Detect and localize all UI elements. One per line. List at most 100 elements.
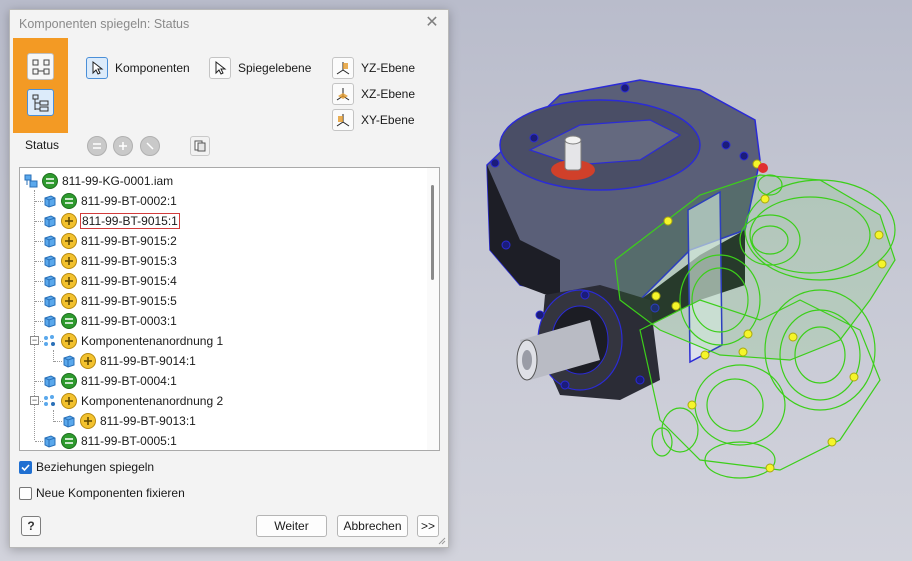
reuse-status-icon[interactable] — [61, 253, 77, 269]
tree-item[interactable]: 811-99-BT-9015:2 — [43, 231, 178, 251]
mirror-plane-tool[interactable]: Spiegelebene — [209, 57, 311, 79]
collapse-toggle[interactable]: − — [30, 336, 39, 345]
scrollbar-thumb[interactable] — [431, 185, 434, 280]
spiegelebene-label: Spiegelebene — [238, 61, 312, 75]
tree-item-label: 811-99-BT-9015:2 — [81, 234, 177, 248]
cursor-arrow-icon — [215, 60, 227, 75]
tree-item[interactable]: Komponentenanordnung 2 — [43, 391, 224, 411]
tree-item-label: 811-99-BT-9015:1 — [80, 213, 180, 229]
tree-item[interactable]: 811-99-BT-0004:1 — [43, 371, 178, 391]
tree-item[interactable]: 811-99-BT-9013:1 — [62, 411, 197, 431]
more-button[interactable]: >> — [417, 515, 439, 537]
mirror-status-icon[interactable] — [42, 173, 58, 189]
abbrechen-button[interactable]: Abbrechen — [337, 515, 408, 537]
reuse-status-icon[interactable] — [61, 273, 77, 289]
reuse-status-icon[interactable] — [61, 293, 77, 309]
components-mode-icon — [32, 59, 50, 75]
part-cube-icon — [63, 415, 75, 428]
help-button[interactable]: ? — [21, 516, 41, 536]
beziehungen-spiegeln-checkbox[interactable]: Beziehungen spiegeln — [19, 460, 154, 474]
tree-item[interactable]: 811-99-BT-9014:1 — [62, 351, 197, 371]
exclude-status-button[interactable] — [140, 136, 160, 156]
status-mode-button[interactable] — [27, 89, 54, 116]
tree-item[interactable]: 811-99-KG-0001.iam — [24, 171, 174, 191]
weiter-button[interactable]: Weiter — [256, 515, 327, 537]
tree-item[interactable]: 811-99-BT-9015:1 — [43, 211, 180, 231]
select-arrow-button[interactable] — [86, 57, 108, 79]
mode-switch-panel — [13, 38, 68, 133]
xz-plane-icon — [336, 88, 350, 101]
tree-item[interactable]: 811-99-BT-0005:1 — [43, 431, 178, 450]
component-status-tree[interactable]: 811-99-KG-0001.iam 811-99-BT-0002:1 811-99… — [19, 167, 440, 451]
reuse-status-icon — [119, 142, 127, 150]
tree-item-label: 811-99-BT-0005:1 — [81, 434, 177, 448]
part-cube-icon — [44, 195, 56, 208]
reuse-status-icon[interactable] — [80, 353, 96, 369]
mirror-status-icon — [93, 143, 101, 149]
tree-item-label: 811-99-BT-9015:3 — [81, 254, 177, 268]
xz-plane-tool[interactable]: XZ-Ebene — [332, 83, 415, 105]
yz-plane-tool[interactable]: YZ-Ebene — [332, 57, 415, 79]
mirror-status-icon[interactable] — [61, 433, 77, 449]
tree-item-label: 811-99-BT-9014:1 — [100, 354, 196, 368]
yz-plane-icon — [336, 62, 350, 75]
part-cube-icon — [44, 235, 56, 248]
pattern-icon — [44, 395, 55, 406]
tree-item[interactable]: 811-99-BT-9015:4 — [43, 271, 178, 291]
tree-item-label: 811-99-BT-0002:1 — [81, 194, 177, 208]
exclude-status-icon — [146, 142, 154, 150]
reuse-status-icon[interactable] — [61, 393, 77, 409]
tree-item[interactable]: 811-99-BT-0002:1 — [43, 191, 178, 211]
mirror-status-button[interactable] — [87, 136, 107, 156]
part-cube-icon — [44, 275, 56, 288]
tree-item-label: 811-99-BT-9013:1 — [100, 414, 196, 428]
xy-plane-tool[interactable]: XY-Ebene — [332, 109, 415, 131]
komponenten-label: Komponenten — [115, 61, 190, 75]
mirror-origin-marker — [758, 163, 768, 173]
xz-plane-button[interactable] — [332, 83, 354, 105]
xy-plane-button[interactable] — [332, 109, 354, 131]
xy-label: XY-Ebene — [361, 113, 415, 127]
reuse-status-icon[interactable] — [61, 233, 77, 249]
beziehungen-label: Beziehungen spiegeln — [36, 460, 155, 474]
part-cube-icon — [44, 295, 56, 308]
tree-item[interactable]: 811-99-BT-9015:3 — [43, 251, 178, 271]
xz-label: XZ-Ebene — [361, 87, 416, 101]
fixieren-label: Neue Komponenten fixieren — [36, 486, 185, 500]
mirror-plane-button[interactable] — [209, 57, 231, 79]
checkbox-checked-icon[interactable] — [19, 460, 32, 474]
components-mode-button[interactable] — [27, 53, 54, 80]
tree-item[interactable]: 811-99-BT-0003:1 — [43, 311, 178, 331]
preview-icon — [194, 140, 206, 152]
checkbox-unchecked-icon[interactable] — [19, 486, 32, 500]
yz-plane-button[interactable] — [332, 57, 354, 79]
part-cube-icon — [44, 315, 56, 328]
dialog-title: Komponenten spiegeln: Status — [19, 17, 190, 31]
tree-scrollbar[interactable] — [427, 168, 439, 450]
yz-label: YZ-Ebene — [361, 61, 416, 75]
tree-item-label: Komponentenanordnung 1 — [81, 334, 224, 348]
dialog-titlebar[interactable]: Komponenten spiegeln: Status ✕ — [10, 10, 448, 38]
select-components-tool[interactable]: Komponenten — [86, 57, 190, 79]
resize-grip-icon[interactable] — [438, 537, 446, 545]
preview-button[interactable] — [190, 136, 210, 156]
neue-komponenten-fixieren-checkbox[interactable]: Neue Komponenten fixieren — [19, 486, 185, 500]
part-cube-icon — [44, 435, 56, 448]
close-icon[interactable]: ✕ — [424, 15, 440, 31]
tree-item-label: 811-99-KG-0001.iam — [62, 174, 174, 188]
tree-item[interactable]: 811-99-BT-9015:5 — [43, 291, 178, 311]
tree-item-label: 811-99-BT-9015:5 — [81, 294, 177, 308]
reuse-status-icon[interactable] — [80, 413, 96, 429]
reuse-status-button[interactable] — [113, 136, 133, 156]
reuse-status-icon[interactable] — [61, 333, 77, 349]
collapse-toggle[interactable]: − — [30, 396, 39, 405]
mirror-status-icon[interactable] — [61, 373, 77, 389]
reuse-status-icon[interactable] — [61, 213, 77, 229]
mirror-status-icon[interactable] — [61, 313, 77, 329]
part-cube-icon — [44, 255, 56, 268]
tree-item[interactable]: Komponentenanordnung 1 — [43, 331, 224, 351]
part-cube-icon — [44, 215, 56, 228]
mirror-status-icon[interactable] — [61, 193, 77, 209]
part-cube-icon — [44, 375, 56, 388]
assembly-icon — [24, 174, 38, 188]
